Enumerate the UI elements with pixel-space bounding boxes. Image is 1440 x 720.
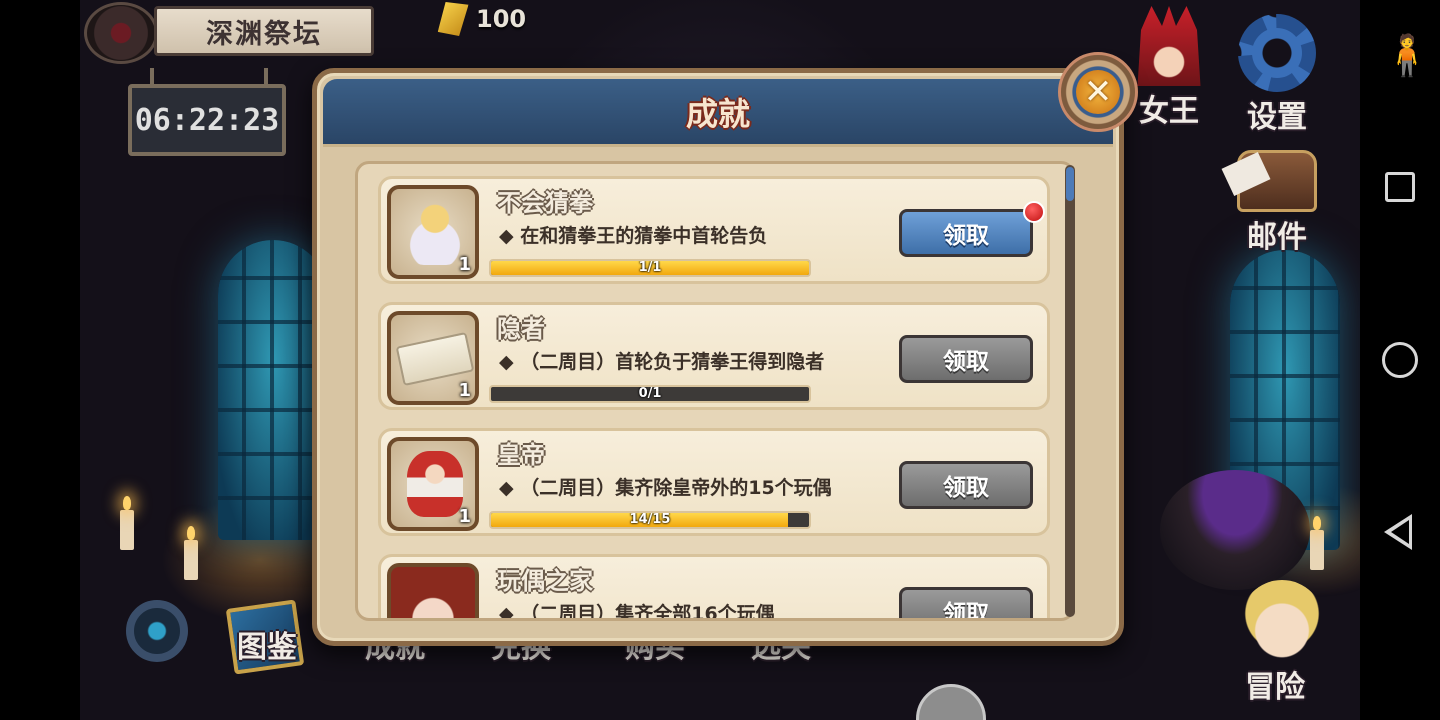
achievement-row: 1 皇帝 （二周目）集齐除皇帝外的15个玩偶 14/15 领取 [378, 428, 1050, 536]
progress-text: 1/1 [638, 260, 662, 275]
scrollbar-thumb[interactable] [1066, 167, 1074, 201]
location-name-board: 深渊祭坛 [154, 6, 374, 56]
candle [184, 526, 198, 580]
close-icon: ✕ [1076, 70, 1120, 114]
queen-icon [1137, 6, 1201, 86]
achievement-list[interactable]: 1 不会猜拳 在和猜拳王的猜拳中首轮告负 1/1 领取 1 隐者 （二周目）首轮… [355, 161, 1075, 621]
accessibility-icon[interactable]: 🧍 [1382, 36, 1432, 76]
location-plaque: 深渊祭坛 [84, 2, 374, 64]
achievement-thumbnail: 1 [387, 185, 479, 279]
achievement-count: 1 [458, 380, 471, 401]
achievement-progress-bar: 14/15 [489, 511, 811, 529]
candle [1310, 516, 1324, 570]
mail-chest-icon [1237, 150, 1317, 212]
achievements-modal: 成就 1 不会猜拳 在和猜拳王的猜拳中首轮告负 1/1 领取 [312, 68, 1124, 646]
achievement-row: 1 不会猜拳 在和猜拳王的猜拳中首轮告负 1/1 领取 [378, 176, 1050, 284]
gem-icon [437, 2, 469, 36]
achievement-description: （二周目）首轮负于猜拳王得到隐者 [499, 347, 824, 374]
game-viewport: 深渊祭坛 06:22:23 100 女王 设置 邮件 冒险 图鉴 成就 兑换 购… [80, 0, 1360, 720]
emperor-doll-icon [407, 451, 463, 517]
floating-puzzle-icon[interactable] [916, 684, 986, 720]
claim-button[interactable]: 领取 [899, 461, 1033, 509]
settings-button[interactable]: 设置 [1222, 14, 1332, 136]
recents-icon[interactable] [1385, 172, 1415, 202]
achievement-description: （二周目）集齐全部16个玩偶 [499, 599, 774, 618]
bottom-item-codex[interactable]: 图鉴 [212, 600, 322, 666]
achievement-title: 不会猜拳 [497, 189, 593, 217]
achievement-progress-bar: 0/1 [489, 385, 811, 403]
achievement-thumbnail: 1 [387, 437, 479, 531]
achievement-count: 1 [458, 254, 471, 275]
achievement-thumbnail: 1 [387, 311, 479, 405]
hermit-card-icon [395, 331, 475, 387]
modal-title: 成就 [685, 94, 750, 133]
claim-button[interactable]: 领取 [899, 335, 1033, 383]
claim-button[interactable]: 领取 [899, 209, 1033, 257]
achievement-description: （二周目）集齐除皇帝外的15个玩偶 [499, 473, 831, 500]
adventure-label: 冒险 [1245, 670, 1305, 705]
achievement-row: 1 隐者 （二周目）首轮负于猜拳王得到隐者 0/1 领取 [378, 302, 1050, 410]
currency-display: 100 [440, 2, 526, 36]
achievement-row: 玩偶之家 （二周目）集齐全部16个玩偶 领取 [378, 554, 1050, 618]
achievement-title: 皇帝 [497, 441, 545, 469]
back-icon[interactable] [1384, 514, 1412, 550]
bottom-item-label: 图鉴 [237, 630, 297, 665]
claim-button[interactable]: 领取 [899, 587, 1033, 618]
timer-board: 06:22:23 [128, 68, 286, 156]
achievement-title: 隐者 [497, 315, 545, 343]
achievement-count: 1 [458, 506, 471, 527]
heart-crest-icon [84, 2, 158, 64]
location-name: 深渊祭坛 [206, 18, 322, 50]
home-icon[interactable] [1382, 342, 1418, 378]
currency-amount: 100 [476, 5, 527, 33]
achievement-progress-bar: 1/1 [489, 259, 811, 277]
cauldron [1160, 470, 1310, 590]
doll-portrait-icon [407, 199, 463, 265]
scrollbar[interactable] [1065, 165, 1075, 617]
notification-dot [1023, 201, 1045, 223]
adventure-portrait-icon[interactable] [1240, 580, 1324, 664]
achievement-title: 玩偶之家 [497, 567, 593, 595]
gear-icon [1238, 14, 1316, 92]
system-nav-bar: 🧍 [1360, 0, 1440, 720]
achievement-description: 在和猜拳王的猜拳中首轮告负 [499, 221, 767, 248]
progress-text: 0/1 [638, 386, 662, 401]
progress-text: 14/15 [629, 512, 671, 527]
modal-header: 成就 [323, 79, 1113, 147]
countdown-timer: 06:22:23 [134, 102, 280, 138]
mail-button[interactable]: 邮件 [1222, 150, 1332, 256]
close-button[interactable]: ✕ [1058, 52, 1138, 132]
mail-label: 邮件 [1247, 220, 1307, 255]
compass-icon[interactable] [113, 587, 201, 675]
candle [120, 496, 134, 550]
achievement-thumbnail [387, 563, 479, 618]
adventure-button[interactable]: 冒险 [1220, 662, 1330, 706]
settings-label: 设置 [1247, 100, 1307, 135]
